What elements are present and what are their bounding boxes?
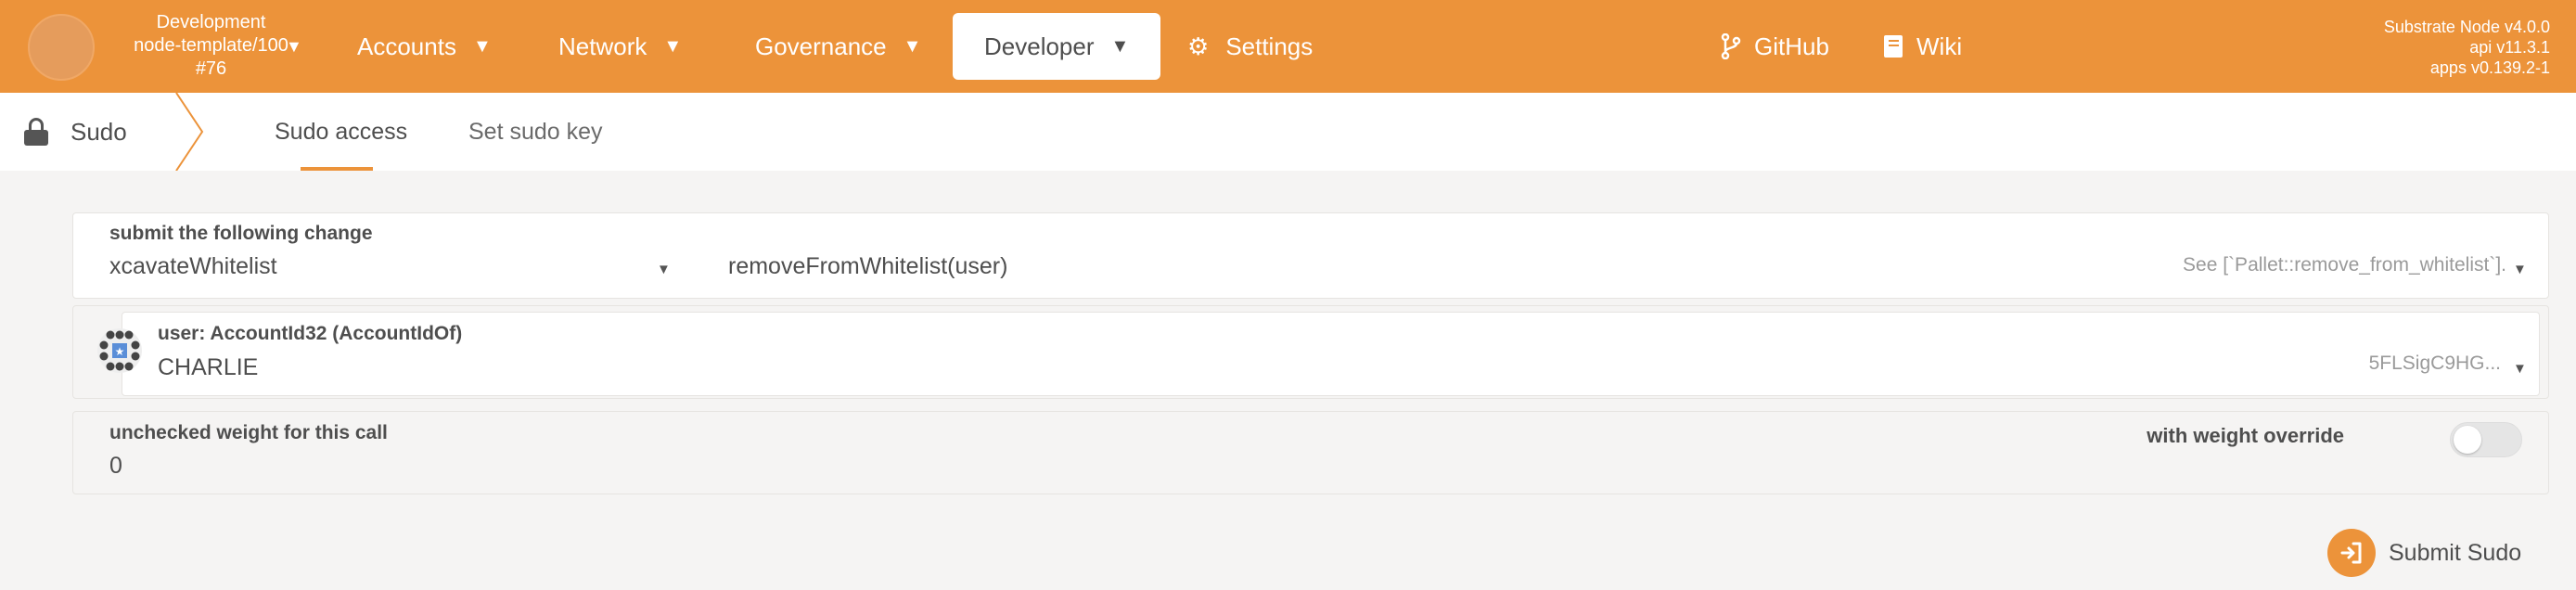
active-tab-indicator xyxy=(301,167,373,171)
chevron-down-icon: ▼ xyxy=(1110,36,1130,57)
weight-override-label: with weight override xyxy=(2147,424,2344,447)
chevron-down-icon: ▼ xyxy=(903,36,922,57)
node-version: Substrate Node v4.0.0 xyxy=(2383,18,2550,36)
chain-selector[interactable]: Development node-template/100 #76 xyxy=(111,11,311,81)
unlock-icon xyxy=(24,118,48,146)
chain-runtime: node-template/100 xyxy=(134,35,288,56)
tab-sudo-access[interactable]: Sudo access xyxy=(275,111,407,152)
chevron-down-icon: ▼ xyxy=(663,36,683,57)
user-param-panel xyxy=(122,312,2540,396)
nav-settings-label: Settings xyxy=(1225,32,1314,60)
chain-name: Development xyxy=(156,12,266,32)
nav-developer[interactable]: Developer ▼ xyxy=(953,13,1161,80)
tab-set-sudo-key[interactable]: Set sudo key xyxy=(468,111,603,152)
version-info: Substrate Node v4.0.0 api v11.3.1 apps v… xyxy=(2384,17,2550,78)
page-title-label: Sudo xyxy=(70,118,127,146)
nav-network[interactable]: Network ▼ xyxy=(558,26,682,67)
submit-sudo-button[interactable]: Submit Sudo xyxy=(2327,529,2521,577)
nav-settings[interactable]: ⚙ Settings xyxy=(1187,26,1313,67)
sub-navigation: Sudo Sudo access Set sudo key xyxy=(0,93,2576,171)
account-address: 5FLSigC9HG... xyxy=(2368,353,2501,374)
chevron-down-icon[interactable]: ▼ xyxy=(2513,361,2527,377)
nav-wiki-label: Wiki xyxy=(1916,32,1963,60)
chevron-down-icon[interactable]: ▼ xyxy=(657,262,671,277)
nav-governance-label: Governance xyxy=(755,32,887,60)
chevron-down-icon[interactable]: ▼ xyxy=(2513,262,2527,277)
api-version: api v11.3.1 xyxy=(2469,38,2550,57)
weight-label: unchecked weight for this call xyxy=(109,422,388,443)
breadcrumb-separator xyxy=(175,93,204,171)
chain-block: #76 xyxy=(195,58,227,79)
weight-value: 0 xyxy=(109,453,122,479)
book-icon xyxy=(1884,35,1903,58)
nav-developer-label: Developer xyxy=(984,32,1095,60)
weight-override-toggle[interactable] xyxy=(2450,422,2522,457)
call-select[interactable]: removeFromWhitelist(user) xyxy=(728,253,1007,280)
nav-accounts[interactable]: Accounts ▼ xyxy=(357,26,492,67)
gears-icon: ⚙ xyxy=(1187,32,1210,60)
page-title: Sudo xyxy=(24,111,127,152)
chain-logo[interactable] xyxy=(28,14,95,81)
chevron-down-icon: ▼ xyxy=(472,36,492,57)
nav-network-label: Network xyxy=(558,32,647,60)
code-branch-icon xyxy=(1721,33,1741,59)
sign-in-icon xyxy=(2327,529,2376,577)
account-identicon[interactable]: ★ xyxy=(96,327,143,374)
chevron-down-icon[interactable]: ▼ xyxy=(286,37,302,57)
pallet-select[interactable]: xcavateWhitelist xyxy=(109,253,277,280)
nav-governance[interactable]: Governance ▼ xyxy=(755,26,921,67)
nav-accounts-label: Accounts xyxy=(357,32,456,60)
svg-text:★: ★ xyxy=(115,345,125,358)
change-label: submit the following change xyxy=(109,223,373,244)
nav-wiki[interactable]: Wiki xyxy=(1883,26,1962,67)
call-documentation: See [`Pallet::remove_from_whitelist`]. xyxy=(2183,254,2506,276)
account-select[interactable]: CHARLIE xyxy=(158,354,258,381)
toggle-knob xyxy=(2454,426,2481,454)
submit-sudo-label: Submit Sudo xyxy=(2389,539,2522,566)
nav-github[interactable]: GitHub xyxy=(1721,26,1829,67)
top-navigation-bar: Development node-template/100 #76 ▼ Acco… xyxy=(0,0,2576,93)
change-panel xyxy=(72,212,2549,299)
apps-version: apps v0.139.2-1 xyxy=(2429,58,2550,77)
nav-github-label: GitHub xyxy=(1754,32,1829,60)
user-param-label: user: AccountId32 (AccountIdOf) xyxy=(158,323,463,344)
